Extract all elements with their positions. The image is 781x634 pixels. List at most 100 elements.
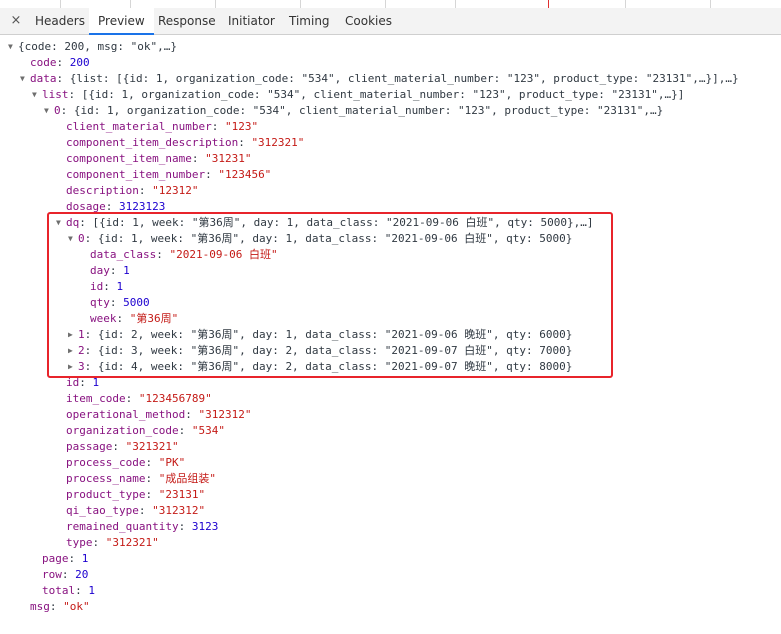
tree-value: "12312" <box>152 184 199 197</box>
ruler-tick <box>215 0 216 8</box>
devtools-tab-bar: × Headers Preview Response Initiator Tim… <box>0 8 781 35</box>
tree-row: operational_method: "312312" <box>66 408 252 421</box>
tree-row: dosage: 3123123 <box>66 200 166 213</box>
timeline-ruler <box>0 0 781 8</box>
tree-value: 1 <box>123 264 130 277</box>
tree-row[interactable]: ▼ 0: {id: 1, organization_code: "534", cl… <box>44 103 663 119</box>
json-preview-tree: ▼ {code: 200, msg: "ok",…} code: 200 ▼ data:… <box>0 36 781 634</box>
tree-key: page <box>42 552 69 565</box>
tree-row: client_material_number: "123" <box>66 120 259 133</box>
tree-row: component_item_number: "123456" <box>66 168 272 181</box>
tree-key: code <box>30 56 57 69</box>
caret-down-icon[interactable]: ▼ <box>56 215 66 231</box>
tree-key: qi_tao_type <box>66 504 139 517</box>
tree-summary: {id: 4, week: "第36周", day: 2, data_class… <box>97 360 573 373</box>
tree-key: dosage <box>66 200 106 213</box>
tree-row: data_class: "2021-09-06 白班" <box>90 248 278 261</box>
tree-row: process_name: "成品组装" <box>66 472 216 485</box>
tree-key: component_item_description <box>66 136 239 149</box>
tab-timing[interactable]: Timing <box>289 8 330 34</box>
tree-row: id: 1 <box>90 280 124 293</box>
caret-down-icon[interactable]: ▼ <box>20 71 30 87</box>
tree-summary: {id: 3, week: "第36周", day: 2, data_class… <box>97 344 573 357</box>
tree-key: process_code <box>66 456 146 469</box>
tree-row: msg: "ok" <box>30 600 90 613</box>
tree-value: "第36周" <box>129 312 179 325</box>
tree-value: 3123123 <box>119 200 166 213</box>
tree-value: 20 <box>75 568 89 581</box>
tree-value: "2021-09-06 白班" <box>169 248 278 261</box>
tree-row: id: 1 <box>66 376 100 389</box>
tree-summary: {id: 1, organization_code: "534", client… <box>73 104 664 117</box>
tree-summary: {id: 1, week: "第36周", day: 1, data_class… <box>97 232 573 245</box>
ruler-tick <box>385 0 386 8</box>
tab-headers[interactable]: Headers <box>35 8 85 34</box>
caret-down-icon[interactable]: ▼ <box>32 87 42 103</box>
tab-initiator[interactable]: Initiator <box>228 8 275 34</box>
tree-value: "312321" <box>105 536 159 549</box>
tree-key: total <box>42 584 76 597</box>
tree-row[interactable]: ▼ dq: [{id: 1, week: "第36周", day: 1, data… <box>56 215 593 231</box>
tree-summary: [{id: 1, organization_code: "534", clien… <box>81 88 685 101</box>
tree-key: remained_quantity <box>66 520 179 533</box>
tree-key: list <box>42 88 69 101</box>
tree-value: 1 <box>92 376 100 389</box>
tree-row[interactable]: ▶ 1: {id: 2, week: "第36周", day: 1, data_c… <box>68 327 572 343</box>
tree-row: passage: "321321" <box>66 440 179 453</box>
tree-row: remained_quantity: 3123 <box>66 520 219 533</box>
tree-value: "123" <box>224 120 259 133</box>
tree-key: day <box>90 264 110 277</box>
tree-key: description <box>66 184 139 197</box>
tree-value: "312321" <box>251 136 305 149</box>
tree-value: "312312" <box>198 408 252 421</box>
tree-row[interactable]: ▶ 3: {id: 4, week: "第36周", day: 2, data_c… <box>68 359 572 375</box>
tree-row[interactable]: ▼ data: {list: [{id: 1, organization_code… <box>20 71 739 87</box>
tree-row: page: 1 <box>42 552 89 565</box>
tree-row[interactable]: ▼ 0: {id: 1, week: "第36周", day: 1, data_c… <box>68 231 572 247</box>
tree-key: component_item_number <box>66 168 206 181</box>
ruler-marker <box>548 0 549 8</box>
tree-summary: [{id: 1, week: "第36周", day: 1, data_clas… <box>92 216 594 229</box>
tree-row: type: "312321" <box>66 536 159 549</box>
tree-key: item_code <box>66 392 126 405</box>
tree-value: "123456789" <box>138 392 212 405</box>
caret-down-icon[interactable]: ▼ <box>44 103 54 119</box>
tree-row[interactable]: ▶ 2: {id: 3, week: "第36周", day: 2, data_c… <box>68 343 572 359</box>
tree-row: process_code: "PK" <box>66 456 186 469</box>
tree-key: component_item_name <box>66 152 192 165</box>
caret-right-icon[interactable]: ▶ <box>68 359 78 375</box>
tree-value: "31231" <box>205 152 252 165</box>
tree-row: item_code: "123456789" <box>66 392 212 405</box>
tree-row[interactable]: ▼ list: [{id: 1, organization_code: "534"… <box>32 87 684 103</box>
tree-key: 3 <box>78 360 85 373</box>
tab-preview[interactable]: Preview <box>89 8 154 35</box>
tree-row: description: "12312" <box>66 184 199 197</box>
caret-right-icon[interactable]: ▶ <box>68 343 78 359</box>
ruler-tick <box>300 0 301 8</box>
tree-summary: {code: 200, msg: "ok",…} <box>18 40 177 53</box>
tree-key: passage <box>66 440 113 453</box>
tree-row: qi_tao_type: "312312" <box>66 504 206 517</box>
tree-value: 1 <box>81 552 89 565</box>
caret-down-icon[interactable]: ▼ <box>68 231 78 247</box>
tree-key: msg <box>30 600 50 613</box>
tree-row[interactable]: ▼ {code: 200, msg: "ok",…} <box>8 39 177 55</box>
tab-response[interactable]: Response <box>158 8 216 34</box>
caret-right-icon[interactable]: ▶ <box>68 327 78 343</box>
tree-key: 2 <box>78 344 85 357</box>
tree-row: component_item_description: "312321" <box>66 136 305 149</box>
close-icon[interactable]: × <box>9 12 23 30</box>
tree-value: "312312" <box>152 504 206 517</box>
tree-key: 0 <box>78 232 85 245</box>
tree-row: product_type: "23131" <box>66 488 206 501</box>
tree-value: 3123 <box>191 520 219 533</box>
tree-value: "123456" <box>218 168 272 181</box>
tree-value: "成品组装" <box>158 472 216 485</box>
tree-row: qty: 5000 <box>90 296 150 309</box>
tree-key: product_type <box>66 488 146 501</box>
ruler-tick <box>710 0 711 8</box>
tree-key: row <box>42 568 62 581</box>
caret-down-icon[interactable]: ▼ <box>8 39 18 55</box>
tab-cookies[interactable]: Cookies <box>345 8 392 34</box>
tree-row: organization_code: "534" <box>66 424 225 437</box>
